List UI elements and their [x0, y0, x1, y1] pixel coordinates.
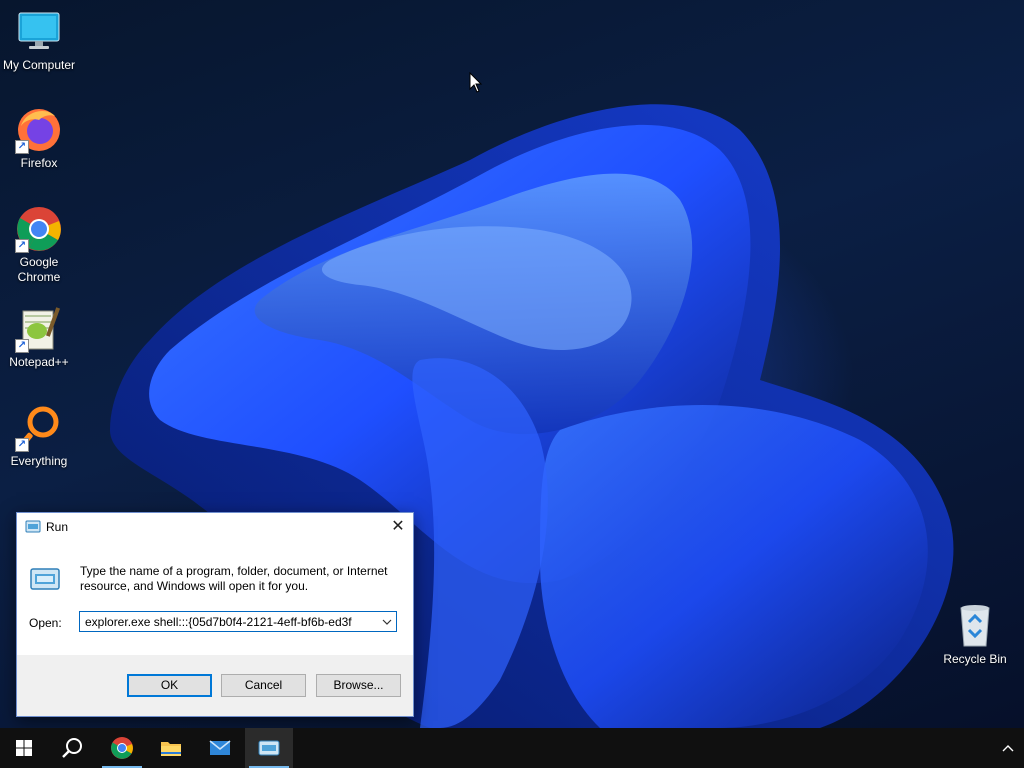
run-icon	[25, 520, 41, 533]
taskbar-file-explorer-button[interactable]	[147, 728, 195, 768]
folder-icon	[161, 742, 181, 756]
search-button[interactable]	[48, 728, 96, 768]
desktop: My Computer ↗ Firefox ↗ Google Chrome ↗ …	[0, 0, 1024, 728]
desktop-icon-label: Notepad++	[9, 355, 69, 369]
ok-button[interactable]: OK	[127, 674, 212, 697]
browse-button[interactable]: Browse...	[316, 674, 401, 697]
desktop-icon-firefox[interactable]: ↗ Firefox	[0, 106, 78, 171]
run-program-icon	[30, 568, 60, 590]
open-input-value[interactable]: explorer.exe shell:::{05d7b0f4-2121-4eff…	[85, 615, 352, 629]
run-dialog-title: Run	[46, 520, 69, 534]
taskbar-chrome-button[interactable]	[98, 728, 146, 768]
desktop-icon-label: Everything	[10, 454, 68, 468]
desktop-icon-my-computer[interactable]: My Computer	[0, 8, 78, 73]
mail-icon	[209, 740, 231, 755]
desktop-icon-recycle-bin[interactable]: Recycle Bin	[936, 602, 1014, 667]
run-dialog-titlebar[interactable]: Run ✕	[17, 513, 413, 541]
desktop-icon-google-chrome[interactable]: ↗ Google Chrome	[0, 205, 78, 285]
run-dialog: Run ✕ Type the name of a program, folder…	[16, 512, 414, 717]
notepadpp-icon: ↗	[15, 305, 63, 353]
cancel-button[interactable]: Cancel	[221, 674, 306, 697]
run-dialog-body: Type the name of a program, folder, docu…	[17, 541, 413, 655]
desktop-icon-label: Recycle Bin	[943, 652, 1007, 666]
shortcut-arrow-icon: ↗	[15, 339, 29, 353]
shortcut-arrow-icon: ↗	[15, 438, 29, 452]
open-combobox[interactable]: explorer.exe shell:::{05d7b0f4-2121-4eff…	[79, 611, 397, 632]
firefox-icon: ↗	[15, 106, 63, 154]
chrome-icon: ↗	[15, 205, 63, 253]
desktop-icon-label: Firefox	[20, 156, 58, 170]
everything-icon: ↗	[15, 404, 63, 452]
run-icon	[258, 740, 280, 756]
recycle-bin-icon	[951, 602, 999, 650]
start-button[interactable]	[0, 728, 48, 768]
chrome-icon	[111, 737, 133, 759]
taskbar-run-button[interactable]	[245, 728, 293, 768]
desktop-icon-everything[interactable]: ↗ Everything	[0, 404, 78, 469]
desktop-icon-label: Google Chrome	[17, 255, 61, 284]
close-icon[interactable]: ✕	[383, 513, 413, 541]
shortcut-arrow-icon: ↗	[15, 140, 29, 154]
taskbar-mail-button[interactable]	[196, 728, 244, 768]
windows-logo-icon	[16, 740, 32, 756]
chevron-up-icon[interactable]	[1000, 740, 1016, 756]
chevron-down-icon[interactable]	[380, 614, 394, 629]
open-label: Open:	[29, 616, 62, 630]
monitor-icon	[15, 8, 63, 56]
shortcut-arrow-icon: ↗	[15, 239, 29, 253]
search-icon	[62, 738, 82, 758]
desktop-icon-notepadpp[interactable]: ↗ Notepad++	[0, 305, 78, 370]
desktop-icon-label: My Computer	[2, 58, 76, 72]
run-dialog-footer: OK Cancel Browse...	[17, 655, 413, 716]
run-dialog-description: Type the name of a program, folder, docu…	[80, 564, 388, 593]
mouse-pointer-icon	[469, 72, 483, 93]
taskbar	[0, 728, 1024, 768]
